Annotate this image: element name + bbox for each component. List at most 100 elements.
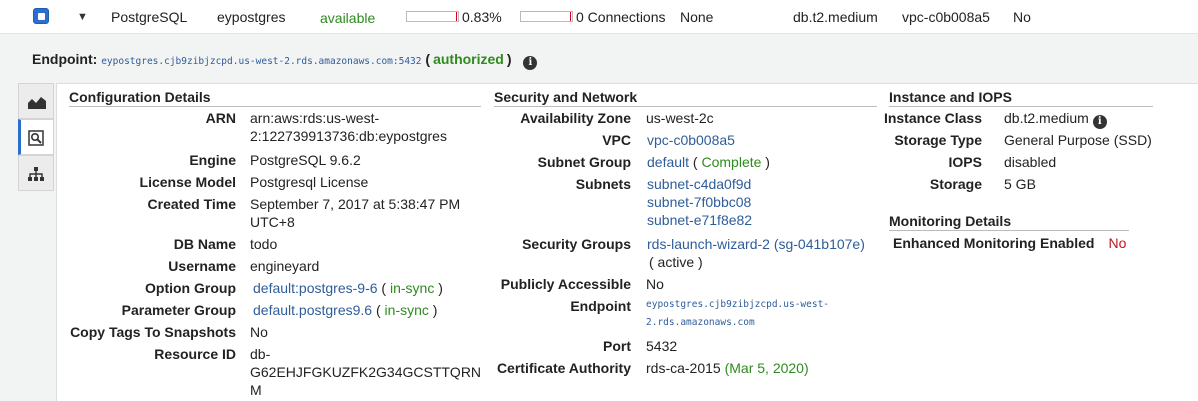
arn-line-2: 2:122739913736:db:eypostgres bbox=[250, 128, 447, 144]
copytags-value: No bbox=[250, 324, 268, 340]
storage-type-label: Storage Type bbox=[894, 132, 982, 148]
license-label: License Model bbox=[139, 174, 236, 190]
engine-value: PostgreSQL 9.6.2 bbox=[250, 152, 361, 168]
monitoring-title: Monitoring Details bbox=[889, 213, 1129, 231]
az-value: us-west-2c bbox=[646, 110, 714, 126]
instance-detail: Endpoint: eypostgres.cjb9zibjzcpd.us-wes… bbox=[0, 34, 1198, 401]
arn-line-1: arn:aws:rds:us-west- bbox=[250, 110, 380, 126]
security-group-link[interactable]: rds-launch-wizard-2 (sg-041b107e) bbox=[647, 235, 865, 253]
endpoint-close-paren: ) bbox=[506, 51, 512, 67]
enhanced-monitoring-value: No bbox=[1108, 235, 1127, 251]
instance-class-label: Instance Class bbox=[883, 110, 982, 126]
row-vpc: vpc-c0b008a5 bbox=[902, 9, 990, 25]
param-group-label: Parameter Group bbox=[121, 302, 236, 318]
public-value: No bbox=[646, 276, 664, 292]
enhanced-monitoring-label: Enhanced Monitoring Enabled bbox=[893, 235, 1095, 251]
created-line-1: September 7, 2017 at 5:38:47 PM bbox=[250, 196, 461, 212]
row-multi-az: No bbox=[1013, 9, 1031, 25]
az-label: Availability Zone bbox=[520, 110, 631, 126]
config-title: Configuration Details bbox=[69, 89, 481, 107]
instance-row[interactable]: ▼ PostgreSQL eypostgres available 0.83% … bbox=[0, 0, 1198, 34]
details-panel: Configuration Details ARN arn:aws:rds:us… bbox=[56, 83, 1198, 401]
ca-value: rds-ca-2015 (Mar 5, 2020) bbox=[646, 359, 809, 377]
resource-line-2: G62EHJFGKUZFK2G34GCSTTQRN bbox=[250, 364, 482, 380]
net-endpoint-label: Endpoint bbox=[570, 298, 631, 314]
storage-type-value: General Purpose (SSD) bbox=[1004, 132, 1152, 148]
info-icon[interactable]: i bbox=[1092, 115, 1107, 129]
tab-monitoring[interactable] bbox=[18, 83, 54, 119]
magnifier-icon bbox=[28, 130, 44, 146]
option-group-value: default:postgres-9-6 ( in-sync ) bbox=[253, 280, 443, 296]
endpoint-bar: Endpoint: eypostgres.cjb9zibjzcpd.us-wes… bbox=[32, 51, 538, 70]
resource-line-1: db- bbox=[250, 346, 271, 362]
param-group-value: default.postgres9.6 ( in-sync ) bbox=[253, 302, 438, 318]
instance-class-value: db.t2.medium i bbox=[1004, 109, 1107, 129]
created-line-2: UTC+8 bbox=[250, 214, 295, 230]
subnet-link[interactable]: subnet-e71f8e82 bbox=[647, 211, 752, 229]
info-icon[interactable]: i bbox=[523, 56, 538, 70]
tab-topology[interactable] bbox=[18, 155, 54, 191]
option-group-status: in-sync bbox=[389, 280, 435, 296]
copytags-label: Copy Tags To Snapshots bbox=[70, 324, 236, 340]
dbname-value: todo bbox=[250, 236, 278, 252]
param-group-link[interactable]: default.postgres9.6 bbox=[253, 302, 372, 318]
endpoint-value: eypostgres.cjb9zibjzcpd.us-west-2.rds.am… bbox=[101, 56, 422, 67]
row-cpu: 0.83% bbox=[462, 9, 502, 25]
security-title: Security and Network bbox=[494, 89, 877, 107]
connections-bar bbox=[520, 11, 573, 22]
subnet-group-link[interactable]: default bbox=[647, 154, 689, 170]
net-endpoint-value: eypostgres.cjb9zibjzcpd.us-west- 2.rds.am… bbox=[646, 296, 829, 332]
detail-tabs bbox=[18, 83, 54, 191]
row-replication: None bbox=[680, 9, 714, 25]
endpoint-open-paren: ( bbox=[425, 51, 431, 67]
row-instance-name: eypostgres bbox=[217, 9, 286, 25]
storage-label: Storage bbox=[929, 176, 982, 192]
row-select-checkbox[interactable] bbox=[33, 8, 49, 24]
iops-label: IOPS bbox=[948, 154, 982, 170]
enhanced-monitoring: Enhanced Monitoring Enabled No bbox=[893, 235, 1126, 251]
instance-title: Instance and IOPS bbox=[889, 89, 1153, 107]
ca-date: (Mar 5, 2020) bbox=[724, 360, 809, 376]
ca-label: Certificate Authority bbox=[496, 360, 631, 376]
iops-value: disabled bbox=[1004, 154, 1057, 170]
arn-label: ARN bbox=[205, 110, 236, 126]
arn-value: arn:aws:rds:us-west- 2:122739913736:db:ey… bbox=[250, 109, 447, 145]
created-value: September 7, 2017 at 5:38:47 PM UTC+8 bbox=[250, 195, 460, 231]
subnet-group-label: Subnet Group bbox=[537, 154, 631, 170]
vpc-link[interactable]: vpc-c0b008a5 bbox=[647, 131, 735, 149]
ca-name: rds-ca-2015 bbox=[646, 360, 721, 376]
endpoint-status: authorized bbox=[433, 51, 504, 67]
created-label: Created Time bbox=[147, 196, 236, 212]
port-value: 5432 bbox=[646, 338, 678, 354]
username-value: engineyard bbox=[250, 258, 320, 274]
resource-line-3: M bbox=[250, 382, 262, 398]
expand-triangle-icon[interactable]: ▼ bbox=[77, 0, 88, 34]
username-label: Username bbox=[168, 258, 236, 274]
dbname-label: DB Name bbox=[173, 236, 236, 252]
public-label: Publicly Accessible bbox=[500, 276, 631, 292]
option-group-link[interactable]: default:postgres-9-6 bbox=[253, 280, 378, 296]
hierarchy-icon bbox=[28, 167, 44, 181]
instance-class-text: db.t2.medium bbox=[1004, 110, 1089, 126]
storage-value: 5 GB bbox=[1004, 176, 1036, 192]
tab-details[interactable] bbox=[18, 119, 54, 155]
net-endpoint-line-1: eypostgres.cjb9zibjzcpd.us-west- bbox=[646, 299, 830, 310]
resource-id-label: Resource ID bbox=[154, 346, 236, 362]
subnet-group-status: Complete bbox=[701, 154, 762, 170]
subnets-label: Subnets bbox=[575, 176, 631, 192]
subnet-link[interactable]: subnet-7f0bbc08 bbox=[647, 193, 752, 211]
option-group-label: Option Group bbox=[145, 280, 236, 296]
resource-id-value: db- G62EHJFGKUZFK2G34GCSTTQRN M bbox=[250, 345, 481, 399]
net-endpoint-line-2: 2.rds.amazonaws.com bbox=[646, 317, 755, 328]
subnet-link[interactable]: subnet-c4da0f9d bbox=[647, 175, 752, 193]
port-label: Port bbox=[603, 338, 631, 354]
security-groups-label: Security Groups bbox=[522, 236, 631, 252]
chart-icon bbox=[28, 97, 46, 109]
security-group-status: ( active ) bbox=[649, 254, 703, 270]
row-instance-class: db.t2.medium bbox=[793, 9, 878, 25]
security-groups-value: rds-launch-wizard-2 (sg-041b107e)( activ… bbox=[647, 235, 865, 271]
engine-label: Engine bbox=[189, 152, 236, 168]
subnets-list: subnet-c4da0f9d subnet-7f0bbc08 subnet-e… bbox=[647, 175, 752, 229]
row-connections: 0 Connections bbox=[576, 9, 666, 25]
cpu-bar bbox=[406, 11, 459, 22]
